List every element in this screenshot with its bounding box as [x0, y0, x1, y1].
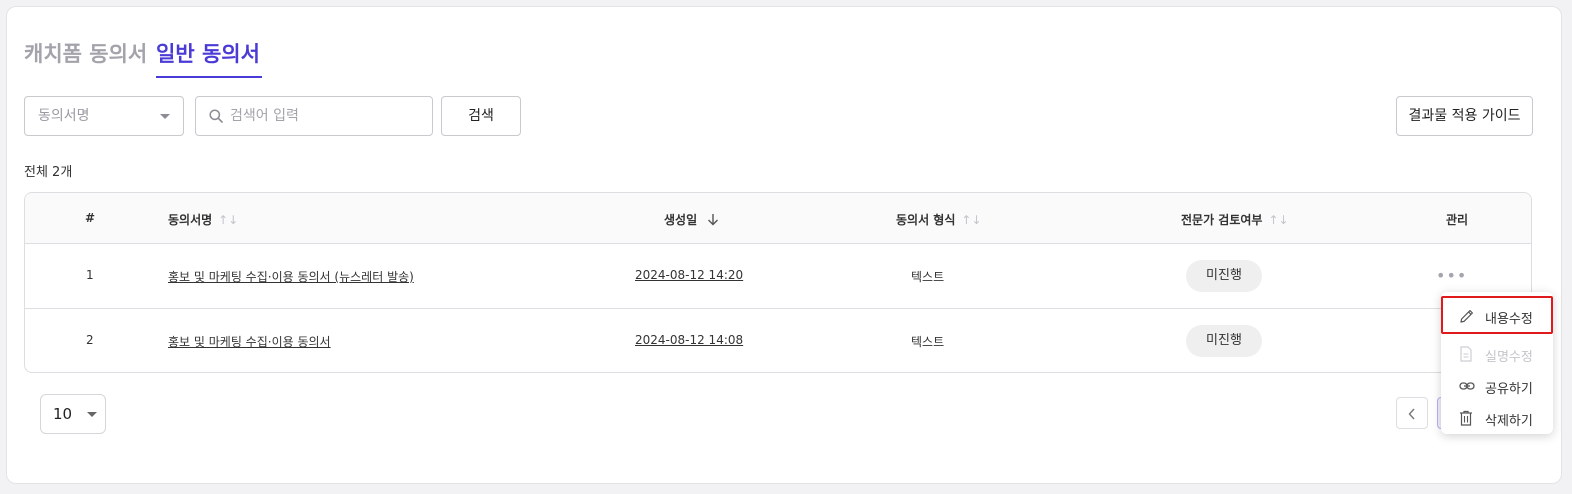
link-icon — [1459, 382, 1475, 390]
header-created[interactable]: 생성일 — [664, 211, 719, 228]
menu-item-label: 내용수정 — [1485, 312, 1533, 327]
consent-table: # 동의서명 ↑↓ 생성일 동의서 형식 ↑↓ 전문가 검토여부 ↑↓ 관리 1 홍보… — [24, 192, 1532, 373]
sort-icon[interactable]: ↑↓ — [218, 213, 238, 227]
header-review-label: 전문가 검토여부 — [1181, 213, 1263, 227]
menu-item-label: 실명수정 — [1485, 350, 1533, 365]
row-context-menu: 내용수정 실명수정 공유하기 삭제하기 — [1441, 292, 1553, 434]
select-value: 동의서명 — [38, 108, 90, 124]
search-button[interactable]: 검색 — [441, 96, 521, 136]
row-index: 1 — [86, 268, 94, 282]
trash-icon — [1460, 410, 1472, 426]
sort-icon[interactable]: ↑↓ — [1268, 213, 1288, 227]
review-status-badge: 미진행 — [1186, 260, 1262, 292]
row-index: 2 — [86, 333, 94, 347]
caret-down-icon — [87, 412, 97, 417]
header-name-label: 동의서명 — [168, 213, 213, 227]
more-options-icon[interactable]: ••• — [1436, 266, 1467, 285]
consent-name-link[interactable]: 홍보 및 마케팅 수집·이용 동의서 (뉴스레터 발송) — [168, 268, 414, 285]
header-format-label: 동의서 형식 — [896, 213, 956, 227]
result-apply-guide-button[interactable]: 결과물 적용 가이드 — [1396, 96, 1533, 136]
menu-item-label: 삭제하기 — [1485, 414, 1533, 429]
prev-page-button[interactable] — [1396, 397, 1428, 429]
header-index: # — [85, 211, 96, 225]
search-input[interactable] — [230, 101, 420, 131]
tab-general-consent[interactable]: 일반 동의서 — [156, 38, 262, 78]
menu-item-delete[interactable]: 삭제하기 — [1441, 402, 1553, 434]
pencil-icon — [1460, 310, 1473, 323]
format-value: 텍스트 — [911, 270, 945, 284]
menu-item-share[interactable]: 공유하기 — [1441, 370, 1553, 402]
header-format[interactable]: 동의서 형식 ↑↓ — [896, 211, 982, 228]
menu-item-edit-name[interactable]: 실명수정 — [1441, 338, 1553, 370]
header-created-label: 생성일 — [664, 213, 698, 227]
document-icon — [1460, 346, 1472, 362]
header-name[interactable]: 동의서명 ↑↓ — [168, 211, 238, 228]
table-row: 1 홍보 및 마케팅 수집·이용 동의서 (뉴스레터 발송) 2024-08-1… — [25, 244, 1531, 309]
caret-down-icon — [160, 114, 170, 119]
created-date[interactable]: 2024-08-12 14:08 — [635, 333, 743, 347]
tab-catchform-consent[interactable]: 캐치폼 동의서 — [24, 38, 147, 78]
table-header: # 동의서명 ↑↓ 생성일 동의서 형식 ↑↓ 전문가 검토여부 ↑↓ 관리 — [25, 193, 1531, 244]
consent-name-select[interactable]: 동의서명 — [24, 96, 184, 136]
search-icon — [209, 109, 223, 123]
total-count: 전체 2개 — [24, 165, 73, 180]
sort-desc-icon[interactable] — [703, 213, 719, 227]
menu-item-edit-content[interactable]: 내용수정 — [1441, 296, 1553, 334]
sort-icon[interactable]: ↑↓ — [961, 213, 981, 227]
chevron-left-icon — [1408, 408, 1415, 420]
table-row: 2 홍보 및 마케팅 수집·이용 동의서 2024-08-12 14:08 텍스… — [25, 309, 1531, 372]
created-date[interactable]: 2024-08-12 14:20 — [635, 268, 743, 282]
review-status-badge: 미진행 — [1186, 325, 1262, 357]
menu-item-label: 공유하기 — [1485, 382, 1533, 397]
header-review[interactable]: 전문가 검토여부 ↑↓ — [1181, 211, 1289, 228]
consent-name-link[interactable]: 홍보 및 마케팅 수집·이용 동의서 — [168, 333, 331, 350]
search-box[interactable] — [195, 96, 433, 136]
page-size-value: 10 — [53, 405, 73, 423]
header-manage: 관리 — [1446, 213, 1469, 227]
page-size-select[interactable]: 10 — [40, 394, 106, 434]
format-value: 텍스트 — [911, 335, 945, 349]
